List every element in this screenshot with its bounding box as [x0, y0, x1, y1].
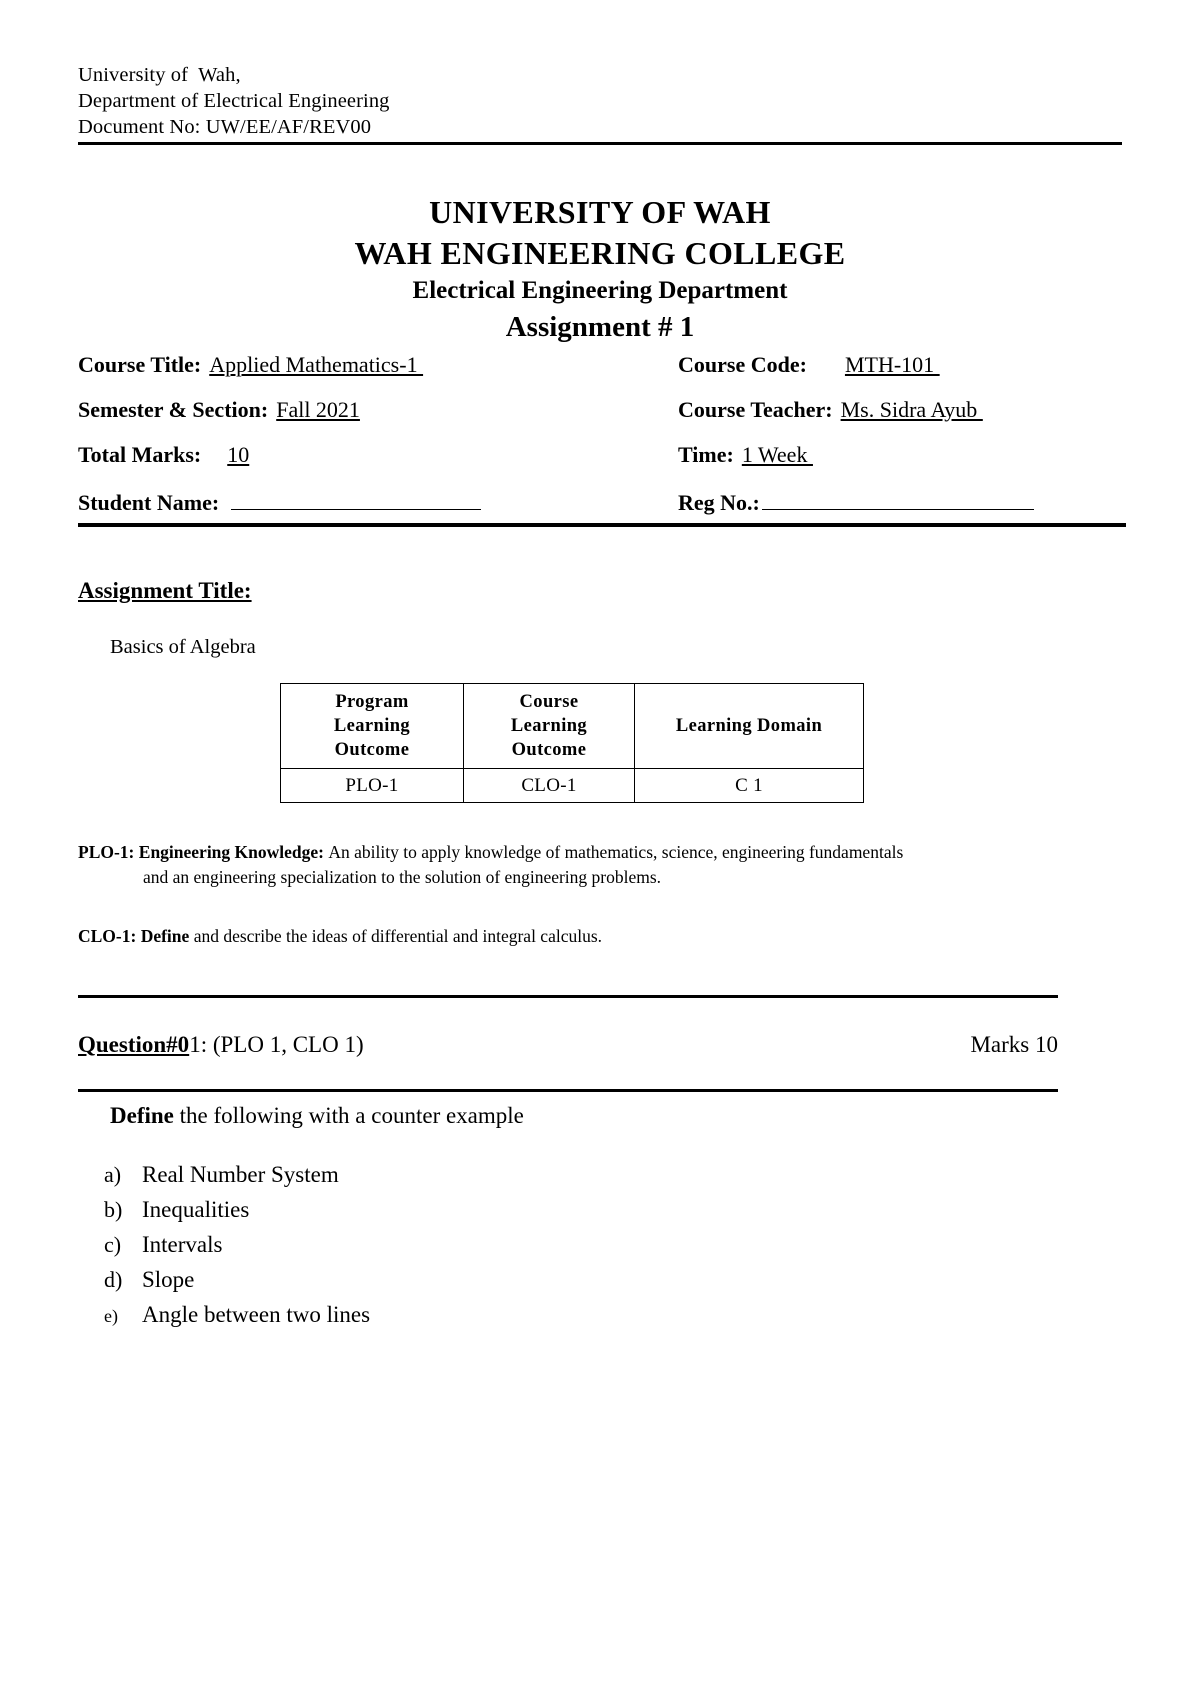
question-prompt-bold: Define [110, 1103, 174, 1128]
field-semester-section: Semester & Section: Fall 2021 [78, 397, 678, 423]
page-title-assignment: Assignment # 1 [505, 311, 695, 343]
time-label: Time: [678, 442, 734, 467]
question-number-bold: Question#0 [78, 1032, 190, 1057]
cell-plo-value: PLO-1 [280, 768, 464, 803]
course-code-label: Course Code: [678, 352, 807, 377]
header-clo-line2: Learning [510, 716, 588, 736]
title-block: UNIVERSITY OF WAH WAH ENGINEERING COLLEG… [78, 192, 1122, 346]
header-domain-line1: Learning Domain [675, 716, 823, 736]
list-item-marker: d) [104, 1267, 123, 1292]
letterhead-university: University of Wah, [78, 64, 241, 86]
header-plo-line3: Outcome [334, 740, 410, 760]
header-clo-line3: Outcome [511, 740, 587, 760]
question-items-list: a) Real Number System b) Inequalities c)… [104, 1162, 804, 1337]
course-title-label: Course Title: [78, 352, 202, 377]
total-marks-label: Total Marks: [78, 442, 202, 467]
course-code-value[interactable]: MTH-101 [845, 352, 940, 378]
reg-no-input[interactable] [761, 487, 1034, 510]
list-item-marker: e) [104, 1306, 118, 1326]
list-item-label: Intervals [142, 1232, 223, 1257]
course-teacher-label: Course Teacher: [678, 397, 833, 422]
question-label: Question#01: (PLO 1, CLO 1) [78, 1032, 364, 1058]
table-row: PLO-1 CLO-1 C 1 [280, 768, 864, 803]
learning-outcome-table: Program Learning Outcome Course Learning… [280, 683, 864, 803]
question-section-top-divider [78, 995, 1058, 998]
question-prompt-rest: the following with a counter example [173, 1103, 524, 1128]
plo-code: PLO-1: [78, 842, 139, 862]
letterhead-document-no: Document No: UW/EE/AF/REV00 [78, 116, 372, 138]
info-row-marks: Total Marks: 10 Time: 1 Week [78, 442, 1126, 487]
student-name-label: Student Name: [78, 490, 220, 515]
assignment-title-value: Basics of Algebra [110, 636, 256, 658]
list-item: d) Slope [104, 1267, 804, 1302]
page-title-department: Electrical Engineering Department [412, 277, 788, 304]
student-name-input[interactable] [231, 487, 482, 510]
list-item-marker: c) [104, 1232, 122, 1257]
semester-value[interactable]: Fall 2021 [276, 397, 360, 423]
semester-label: Semester & Section: [78, 397, 269, 422]
header-clo-line1: Course [519, 692, 579, 712]
page-title-university: UNIVERSITY OF WAH [429, 194, 771, 230]
plo-text-line1: An ability to apply knowledge of mathema… [328, 842, 904, 862]
list-item-label: Slope [142, 1267, 195, 1292]
list-item-marker: b) [104, 1197, 123, 1222]
total-marks-value[interactable]: 10 [227, 442, 249, 468]
info-row-course: Course Title: Applied Mathematics-1 Cour… [78, 352, 1126, 397]
page-title-college: WAH ENGINEERING COLLEGE [354, 235, 846, 271]
list-item-marker: a) [104, 1162, 122, 1187]
question-prompt: Define the following with a counter exam… [110, 1103, 524, 1129]
plo-text-line2: and an engineering specialization to the… [143, 867, 662, 887]
header-plo-line2: Learning [333, 716, 411, 736]
header-learning-domain: Learning Domain [634, 683, 864, 769]
info-row-semester: Semester & Section: Fall 2021 Course Tea… [78, 397, 1126, 442]
plo-description-line1: PLO-1: Engineering Knowledge: An ability… [78, 840, 1088, 865]
cell-clo-value: CLO-1 [463, 768, 635, 803]
question-section-bottom-divider [78, 1089, 1058, 1092]
list-item-label: Inequalities [142, 1197, 250, 1222]
letterhead-divider [78, 142, 1122, 145]
clo-description: CLO-1: Define and describe the ideas of … [78, 924, 1088, 949]
course-info-grid: Course Title: Applied Mathematics-1 Cour… [78, 352, 1126, 532]
list-item: e) Angle between two lines [104, 1302, 804, 1337]
question-header: Question#01: (PLO 1, CLO 1) Marks 10 [78, 1032, 1058, 1058]
header-program-learning-outcome: Program Learning Outcome [280, 683, 464, 769]
reg-no-label: Reg No.: [678, 490, 760, 515]
field-student-name: Student Name: [78, 487, 678, 516]
list-item: a) Real Number System [104, 1162, 804, 1197]
list-item: b) Inequalities [104, 1197, 804, 1232]
list-item: c) Intervals [104, 1232, 804, 1267]
letterhead-department: Department of Electrical Engineering [78, 90, 390, 112]
clo-text: and describe the ideas of differential a… [189, 926, 603, 946]
field-course-teacher: Course Teacher: Ms. Sidra Ayub [678, 397, 1126, 423]
question-marks: Marks 10 [970, 1032, 1058, 1057]
list-item-label: Angle between two lines [142, 1302, 371, 1327]
field-course-title: Course Title: Applied Mathematics-1 [78, 352, 678, 378]
field-time: Time: 1 Week [678, 442, 1126, 468]
field-total-marks: Total Marks: 10 [78, 442, 678, 468]
info-divider [78, 523, 1126, 527]
question-number-rest: 1: (PLO 1, CLO 1) [189, 1032, 364, 1057]
field-reg-no: Reg No.: [678, 487, 1126, 516]
document-page: University of Wah, Department of Electri… [0, 0, 1200, 1698]
field-course-code: Course Code: MTH-101 [678, 352, 1126, 378]
header-plo-line1: Program [335, 692, 409, 712]
course-teacher-value[interactable]: Ms. Sidra Ayub [841, 397, 983, 423]
plo-description: PLO-1: Engineering Knowledge: An ability… [78, 840, 1088, 890]
cell-domain-value: C 1 [634, 768, 864, 803]
letterhead: University of Wah, Department of Electri… [78, 62, 1122, 140]
clo-code: CLO-1: Define [78, 926, 190, 946]
assignment-title-heading: Assignment Title: [78, 578, 252, 603]
time-value[interactable]: 1 Week [742, 442, 813, 468]
course-title-value[interactable]: Applied Mathematics-1 [209, 352, 423, 378]
list-item-label: Real Number System [142, 1162, 339, 1187]
header-course-learning-outcome: Course Learning Outcome [463, 683, 635, 769]
plo-name: Engineering Knowledge: [138, 842, 329, 862]
table-header-row: Program Learning Outcome Course Learning… [280, 683, 864, 769]
